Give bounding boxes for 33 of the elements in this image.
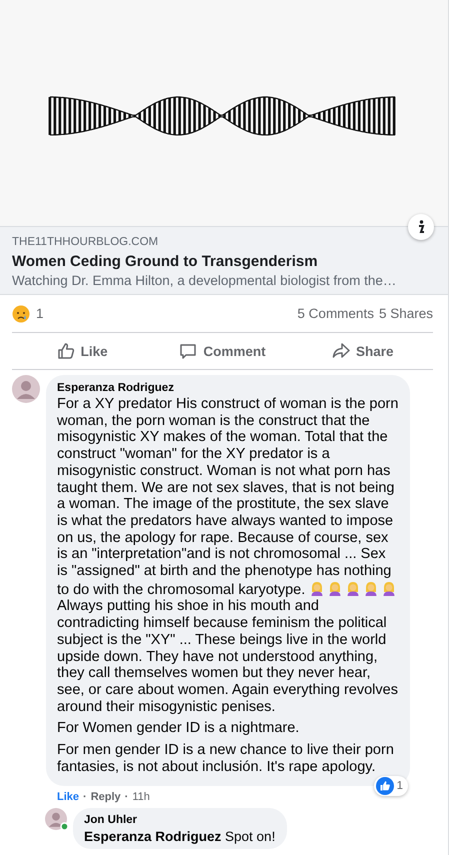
share-arrow-icon	[332, 342, 350, 360]
speech-bubble-icon	[179, 342, 198, 360]
link-title[interactable]: Women Ceding Ground to Transgenderism	[12, 252, 436, 272]
woman-emoji-icon	[327, 580, 344, 596]
share-button[interactable]: Share	[292, 333, 433, 369]
sad-face-icon[interactable]	[12, 304, 30, 322]
stat-link[interactable]: 5 Comments	[297, 306, 374, 321]
like-count-badge[interactable]: 1	[374, 776, 408, 796]
like-button[interactable]: Like	[12, 333, 152, 369]
info-icon	[417, 220, 425, 234]
reply-text: Esperanza Rodriguez Spot on!	[84, 828, 276, 846]
separator-dot: ·	[83, 790, 87, 804]
comment-text: For a XY predator His construct of woman is the porn woman, the porn woman is the construct that the misogynistic XY makes of the woman. Total that the construct "woman" for the XY predator is a misogynistic construct. Woman is not what porn has taught them. We are not sex slaves, that is not being a woman. The image of the prostitute, the sex slave is what the predators have always wanted to impose on us, the apology for rape. Because of course, sex is an "interpretation"and is not chromosomal ... Sex is "assigned" at birth and the phenotype has nothing to do with the chromosomal karyotype. Always putting his shoe in his mouth and contradicting himself because feminism the political subject is the "XY" ... These beings live in the world upside down. They have not understood anything, they call themselves women but they never hear, see, or care about women. Again everything revolves around their misogynistic penises.	[57, 396, 400, 716]
author-name[interactable]: Esperanza Rodriguez	[57, 381, 400, 396]
reply-link[interactable]: Reply	[90, 790, 121, 804]
woman-emoji-icon	[309, 580, 326, 596]
link-domain[interactable]: THE11THHOURBLOG.COM	[12, 234, 436, 250]
separator-dot: ·	[124, 790, 128, 804]
comment-time[interactable]: 11h	[132, 790, 150, 804]
comment-text: For men gender ID is a new chance to live their porn fantasies, is not about inclusión. It's rape apology.	[57, 742, 395, 776]
comment-button[interactable]: Comment	[152, 333, 293, 369]
thumbs-up-icon	[56, 342, 75, 360]
like-link[interactable]: Like	[57, 790, 80, 804]
link-description: Watching Dr. Emma Hilton, a developmental biologist from the…	[12, 272, 398, 290]
woman-emoji-icon	[381, 580, 398, 596]
comment-text: For Women gender ID is a nightmare.	[57, 720, 300, 738]
reaction-count[interactable]: 1	[36, 306, 44, 321]
woman-emoji-icon	[345, 580, 362, 596]
stat-link[interactable]: 5 Shares	[378, 306, 433, 321]
avatar-icon[interactable]	[12, 375, 40, 403]
author-name[interactable]: Jon Uhler	[84, 813, 276, 828]
woman-emoji-icon	[363, 580, 380, 596]
info-button[interactable]	[408, 214, 434, 240]
